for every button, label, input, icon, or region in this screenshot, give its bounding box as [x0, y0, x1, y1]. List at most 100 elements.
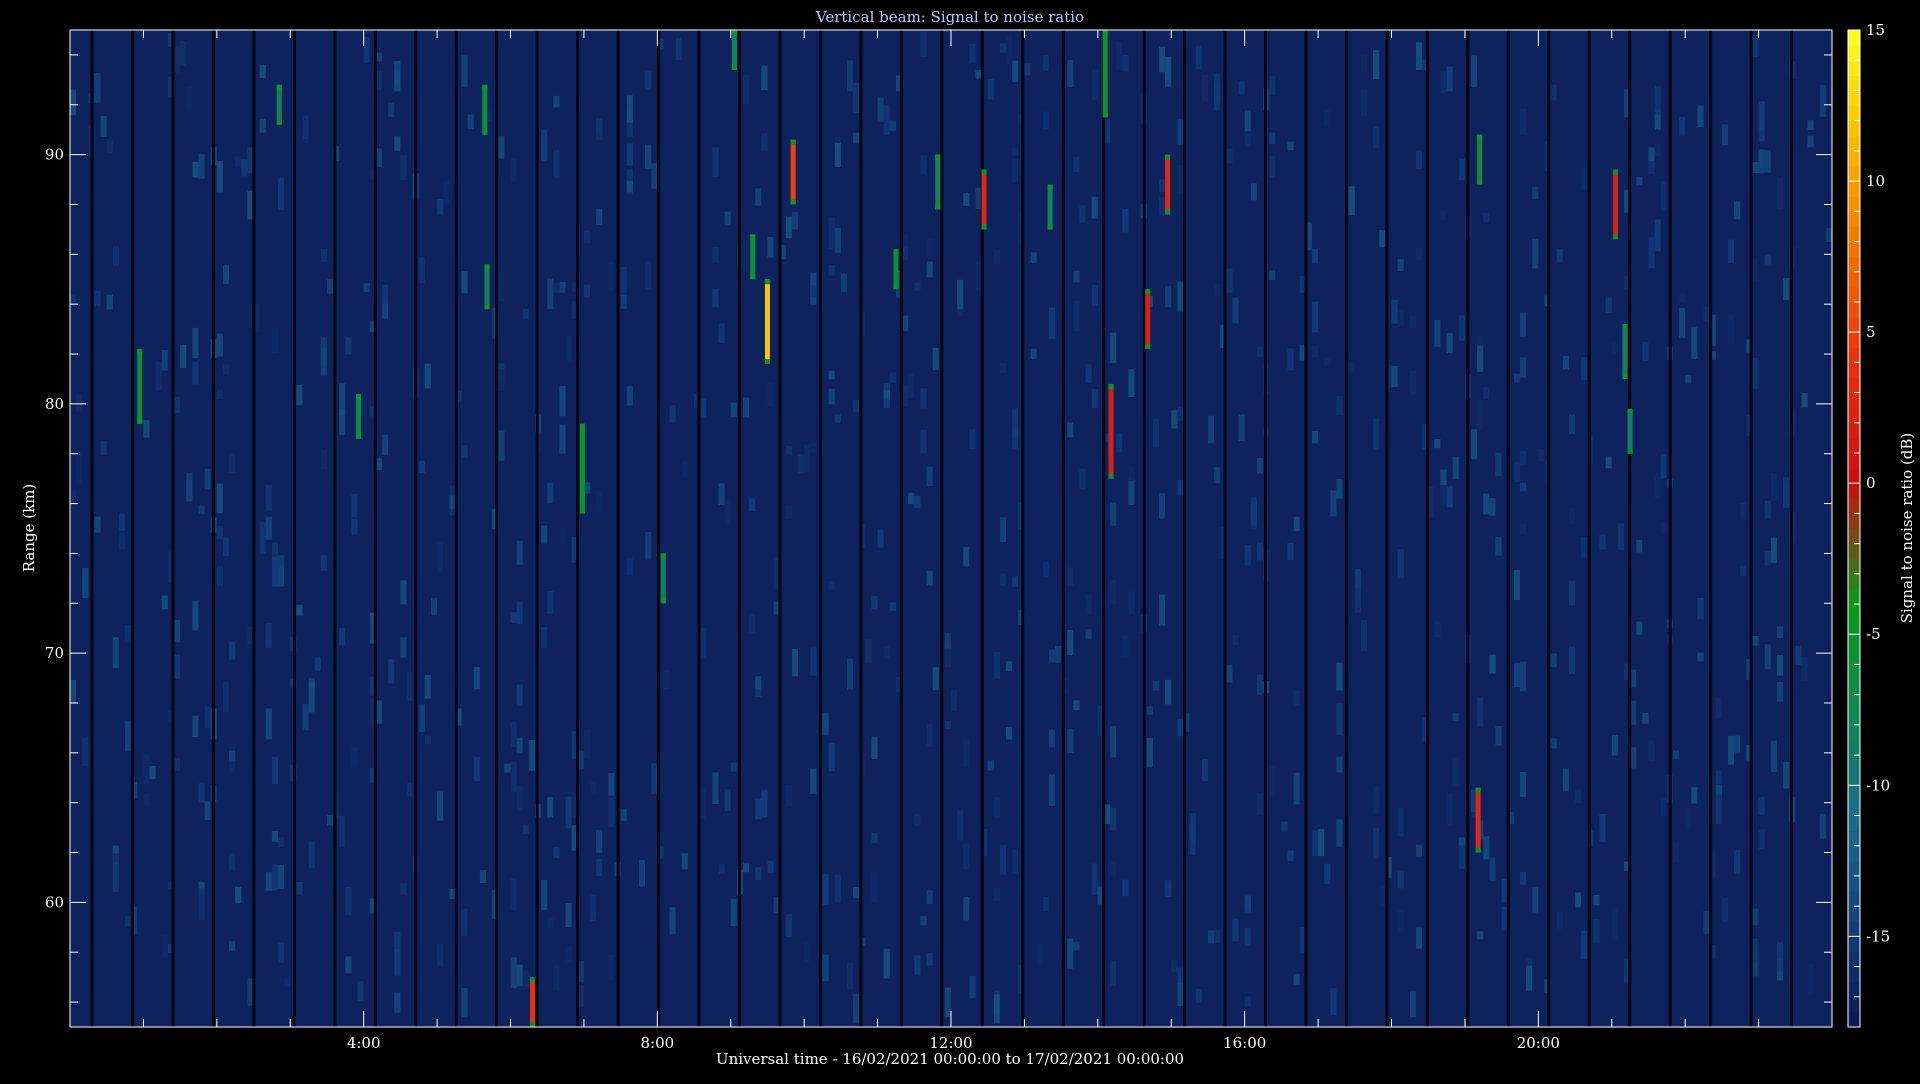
noise-cell — [712, 772, 719, 804]
echo-edge — [530, 977, 536, 983]
noise-cell — [908, 372, 915, 399]
noise-cell — [1397, 871, 1404, 889]
noise-cell — [1477, 931, 1484, 940]
echo-edge — [764, 279, 770, 285]
colorbar-segment — [1848, 256, 1860, 273]
colorbar-segment — [1848, 120, 1860, 137]
echo-mark — [660, 553, 666, 604]
noise-cell — [718, 323, 725, 344]
data-gap-column — [1061, 30, 1065, 1027]
noise-cell — [1428, 487, 1435, 518]
noise-cell — [810, 768, 817, 794]
noise-cell — [700, 398, 707, 419]
noise-cell — [1165, 679, 1172, 705]
noise-cell — [1611, 342, 1618, 354]
noise-cell — [828, 580, 835, 590]
noise-cell — [1397, 549, 1404, 579]
noise-cell — [1648, 740, 1655, 761]
noise-cell — [394, 60, 401, 92]
noise-cell — [1079, 205, 1086, 223]
noise-cell — [1159, 594, 1166, 626]
noise-cell — [1654, 143, 1661, 157]
noise-cell — [1244, 898, 1251, 913]
noise-cell — [1232, 297, 1239, 324]
noise-cell — [1226, 665, 1233, 683]
noise-cell — [987, 79, 994, 100]
noise-cell — [1293, 974, 1300, 985]
noise-cell — [1110, 726, 1117, 758]
noise-cell — [969, 975, 976, 999]
noise-cell — [553, 965, 560, 991]
echo-edge — [356, 393, 362, 399]
colorbar-segment — [1848, 392, 1860, 409]
noise-cell — [853, 886, 860, 899]
noise-cell — [608, 261, 615, 291]
noise-cell — [1415, 927, 1423, 949]
noise-cell — [1593, 894, 1600, 906]
noise-cell — [76, 394, 83, 412]
noise-cell — [284, 976, 291, 987]
noise-cell — [70, 488, 77, 509]
noise-cell — [320, 347, 327, 376]
noise-cell — [902, 246, 909, 261]
echo-mark — [1475, 787, 1481, 853]
noise-cell — [222, 537, 230, 557]
data-gap-column — [1425, 30, 1429, 1027]
noise-cell — [1715, 784, 1722, 795]
noise-cell — [1672, 842, 1680, 863]
echo-edge — [893, 249, 899, 255]
noise-cell — [700, 787, 707, 819]
noise-cell — [375, 71, 383, 91]
noise-cell — [1409, 370, 1416, 395]
noise-cell — [1152, 680, 1160, 691]
noise-cell — [265, 708, 272, 740]
noise-cell — [583, 729, 591, 759]
y-tick-label: 60 — [45, 893, 64, 911]
noise-cell — [1697, 652, 1704, 662]
noise-cell — [161, 935, 168, 958]
noise-cell — [424, 735, 431, 745]
noise-cell — [1660, 453, 1667, 479]
noise-cell — [1721, 897, 1728, 923]
noise-cell — [1519, 450, 1527, 465]
noise-cell — [1513, 663, 1520, 688]
noise-cell — [1250, 496, 1257, 529]
colorbar-segment — [1848, 211, 1860, 227]
noise-cell — [1734, 850, 1741, 874]
noise-cell — [339, 383, 346, 416]
noise-cell — [755, 188, 762, 206]
echo-edge — [935, 204, 941, 210]
noise-cell — [975, 70, 982, 79]
noise-cell — [192, 327, 199, 359]
data-gap-column — [778, 30, 782, 1027]
noise-cell — [1801, 656, 1808, 681]
noise-cell — [1807, 135, 1814, 148]
echo-edge — [660, 598, 666, 604]
noise-cell — [345, 886, 352, 916]
noise-cell — [375, 700, 383, 724]
radar-figure: 4:00 8:00 12:00 16:00 20:00 60 70 80 90 15 10 5 0 -5… — [0, 0, 1920, 1080]
noise-cell — [712, 288, 719, 308]
noise-cell — [926, 890, 933, 904]
noise-cell — [522, 970, 529, 990]
noise-cell — [828, 370, 835, 380]
noise-cell — [1495, 726, 1502, 746]
echo-edge — [750, 274, 756, 280]
noise-cell — [1568, 508, 1576, 525]
data-gap-column — [697, 30, 701, 1027]
noise-cell — [510, 612, 517, 623]
echo-mark — [764, 279, 770, 364]
noise-cell — [920, 155, 927, 175]
colorbar-segment — [1848, 573, 1860, 590]
noise-cell — [1256, 542, 1264, 561]
noise-cell — [174, 758, 181, 771]
noise-cell — [498, 136, 505, 159]
noise-cell — [846, 962, 854, 990]
noise-cell — [999, 43, 1007, 53]
noise-cell — [993, 249, 1000, 265]
noise-cell — [1171, 410, 1178, 429]
noise-cell — [1122, 879, 1129, 897]
noise-cell — [1575, 789, 1582, 804]
noise-cell — [100, 440, 107, 456]
noise-cell — [1330, 988, 1337, 1016]
